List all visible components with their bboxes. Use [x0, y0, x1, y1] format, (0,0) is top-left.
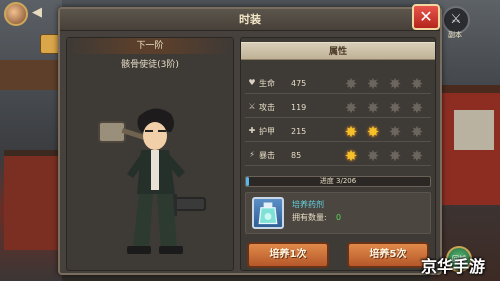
progress-bar: 进度 3/206: [245, 176, 431, 187]
material-item-box: 培养药剂 拥有数量: 0: [245, 192, 431, 234]
star-icon: ✸: [410, 75, 424, 93]
stat-value: 119: [291, 103, 307, 112]
dialog-title-bar: 时装: [60, 9, 440, 31]
dungeon-label: 副本: [448, 31, 462, 39]
train-once-button[interactable]: 培养1次: [247, 242, 329, 268]
star-icon: ✸: [344, 75, 358, 93]
stat-label: 生命: [259, 79, 275, 88]
star-icon: ✸: [366, 123, 380, 141]
quest-icon[interactable]: [40, 34, 60, 54]
cultivation-potion-icon[interactable]: [252, 197, 284, 229]
armor-icon: ✚: [248, 126, 256, 135]
stat-value: 215: [291, 127, 307, 136]
stat-row-attack: ⚔ 攻击 119 ✸ ✸ ✸ ✸: [245, 98, 431, 118]
star-icon: ✸: [388, 123, 402, 141]
close-button[interactable]: ✕: [412, 4, 440, 30]
dialog-title: 时装: [239, 13, 261, 26]
background-building: [4, 150, 58, 250]
item-count-value: 0: [336, 213, 342, 222]
star-icon: ✸: [344, 147, 358, 165]
player-avatar[interactable]: [4, 2, 28, 26]
star-icon: ✸: [366, 99, 380, 117]
costume-stage-name: 骸骨使徒(3阶): [121, 60, 179, 70]
star-icon: ✸: [366, 75, 380, 93]
star-icon: ✸: [388, 147, 402, 165]
stat-value: 475: [291, 79, 307, 88]
stat-label: 暴击: [259, 151, 275, 160]
close-icon: ✕: [419, 7, 433, 26]
next-stage-header: 下一阶: [67, 38, 233, 54]
character-model: [98, 108, 206, 254]
costume-dialog: 时装 ✕ 下一阶 骸骨使徒(3阶) 属性 ♥ 生命 475 ✸ ✸ ✸ ✸ ⚔ …: [58, 4, 442, 275]
stat-row-armor: ✚ 护甲 215 ✸ ✸ ✸ ✸: [245, 122, 431, 142]
progress-text: 进度 3/206: [319, 177, 357, 185]
stat-label: 护甲: [259, 127, 275, 136]
background-shop-sign: [454, 110, 494, 150]
stat-row-hp: ♥ 生命 475 ✸ ✸ ✸ ✸: [245, 74, 431, 94]
star-icon: ✸: [410, 147, 424, 165]
star-icon: ✸: [344, 123, 358, 141]
attack-icon: ⚔: [248, 102, 256, 111]
star-icon: ✸: [410, 99, 424, 117]
stat-value: 85: [291, 151, 302, 160]
stats-list: ♥ 生命 475 ✸ ✸ ✸ ✸ ⚔ 攻击 119 ✸ ✸ ✸ ✸ ✚ 护甲 2…: [241, 74, 435, 170]
background-roof: [0, 60, 62, 90]
stat-row-crit: ⚡ 暴击 85 ✸ ✸ ✸ ✸: [245, 146, 431, 166]
back-arrow-icon[interactable]: ◀: [28, 4, 46, 22]
star-icon: ✸: [388, 75, 402, 93]
star-icon: ✸: [344, 99, 358, 117]
item-count-label: 拥有数量:: [292, 213, 327, 222]
star-icon: ✸: [410, 123, 424, 141]
character-preview-panel: 下一阶 骸骨使徒(3阶): [66, 37, 234, 271]
star-icon: ✸: [388, 99, 402, 117]
attributes-header: 属性: [241, 42, 435, 60]
star-icon: ✸: [366, 147, 380, 165]
item-name: 培养药剂: [292, 200, 324, 209]
watermark-text: 京华手游: [420, 257, 485, 276]
crit-icon: ⚡: [249, 150, 255, 159]
attributes-panel: 属性 ♥ 生命 475 ✸ ✸ ✸ ✸ ⚔ 攻击 119 ✸ ✸ ✸ ✸ ✚ 护…: [240, 37, 436, 271]
heart-icon: ♥: [248, 78, 256, 87]
stat-label: 攻击: [259, 103, 275, 112]
